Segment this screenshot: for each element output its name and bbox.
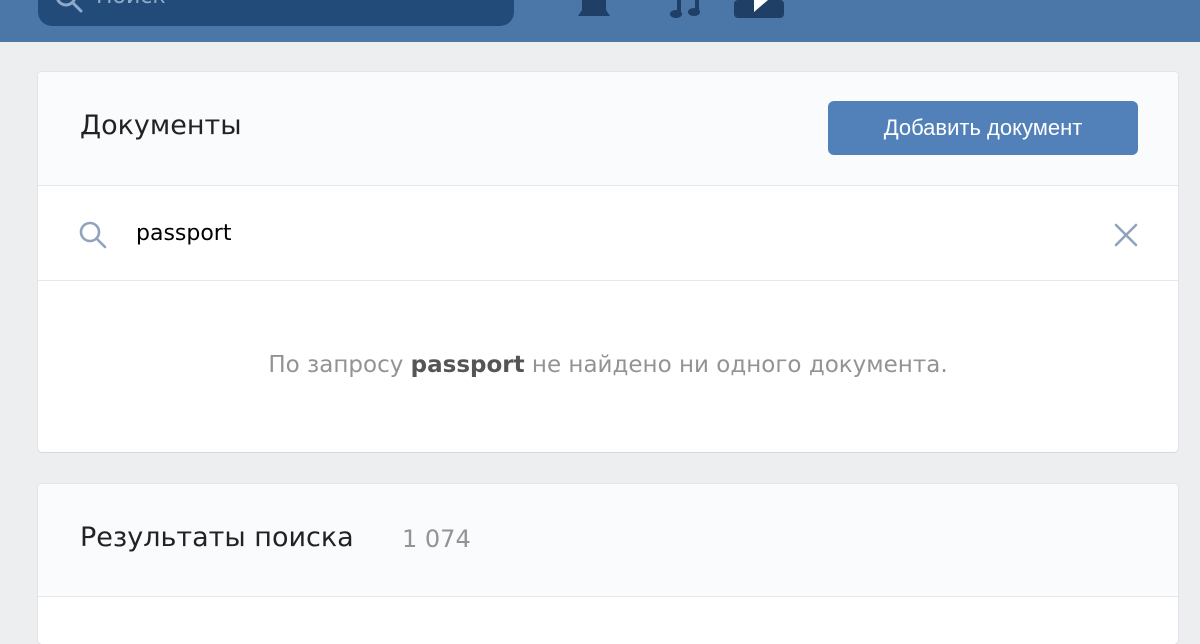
page-title: Документы [80, 110, 242, 141]
empty-message-suffix: не найдено ни одного документа. [524, 352, 948, 378]
close-icon[interactable] [1113, 222, 1139, 248]
search-results-header: Результаты поиска 1 074 [38, 484, 1178, 597]
video-icon[interactable] [734, 0, 784, 20]
global-search-placeholder: Поиск [96, 0, 166, 9]
search-results-title: Результаты поиска [80, 522, 354, 553]
documents-card: Документы Добавить документ По запросу p… [38, 72, 1178, 452]
search-icon [56, 0, 83, 13]
global-search-field[interactable]: Поиск [38, 0, 514, 26]
search-results-card: Результаты поиска 1 074 [38, 484, 1178, 644]
documents-header: Документы Добавить документ [38, 72, 1178, 186]
document-search-bar [38, 186, 1178, 281]
top-navigation-bar: Поиск [0, 0, 1200, 42]
music-icon[interactable] [668, 0, 708, 20]
bell-icon[interactable] [576, 0, 612, 20]
search-icon [79, 221, 107, 249]
document-search-input[interactable] [136, 216, 1036, 250]
add-document-button[interactable]: Добавить документ [828, 101, 1138, 155]
empty-message-prefix: По запросу [268, 352, 411, 378]
search-results-count: 1 074 [402, 525, 471, 553]
empty-message-query: passport [410, 352, 525, 378]
empty-state-message: По запросу passport не найдено ни одного… [38, 352, 1178, 378]
